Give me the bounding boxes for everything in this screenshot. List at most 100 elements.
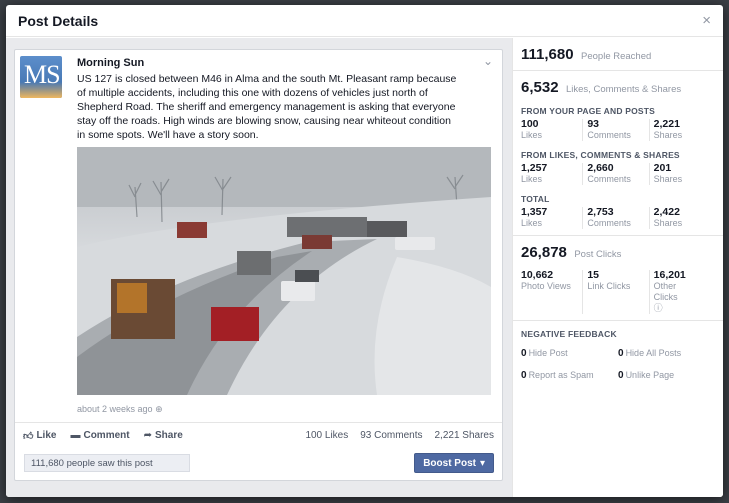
stat-number: 100 [521, 118, 539, 130]
stat-number: 93 [587, 118, 600, 130]
negative-feedback-title: NEGATIVE FEEDBACK [521, 329, 617, 339]
stat-label: Other Clicks ⓘ [654, 281, 688, 314]
stat-cell: 100 Likes [521, 119, 582, 141]
stat-number: 201 [653, 162, 672, 174]
modal-body: MS Morning Sun ⌄ US 127 is closed betwee… [6, 38, 723, 497]
comments-count[interactable]: 93 Comments [360, 430, 422, 441]
stat-cell: 1,357 Likes [521, 207, 582, 229]
stat-cell: 15 Link Clicks [582, 270, 648, 314]
stat-number: 2,753 [587, 206, 614, 218]
avatar-logo-text: MS [24, 60, 61, 89]
stat-label: Comments [587, 218, 631, 228]
neg-item: 0 Hide All Posts [618, 348, 715, 359]
timestamp-text: about 2 weeks ago [77, 404, 153, 414]
from-page-stats: 100 Likes 93 Comments 2,221 Shares [521, 119, 715, 141]
stat-label: Link Clicks [587, 281, 631, 291]
neg-count: 0 [521, 370, 527, 381]
stat-label-text: Other Clicks [653, 281, 678, 302]
negative-feedback-grid: 0 Hide Post 0 Hide All Posts 0 Report as Sp… [521, 348, 715, 381]
from-page-title: FROM YOUR PAGE AND POSTS [521, 106, 656, 116]
neg-count: 0 [618, 348, 624, 359]
reach-value: 111,680 [521, 46, 574, 63]
stat-cell: 1,257 Likes [521, 163, 582, 185]
avatar[interactable]: MS [20, 56, 62, 98]
stat-cell: 201 Shares [648, 162, 715, 185]
neg-label: Hide Post [528, 348, 568, 358]
engagement-counts: 100 Likes 93 Comments 2,221 Shares [305, 430, 494, 441]
stat-number: 16,201 [653, 269, 686, 281]
post-timestamp[interactable]: about 2 weeks ago ⊕ [77, 404, 163, 415]
neg-count: 0 [618, 370, 624, 381]
clicks-stats: 10,662 Photo Views 15 Link Clicks 16,201 Ot… [521, 270, 715, 314]
post-text: US 127 is closed between M46 in Alma and… [77, 73, 457, 141]
info-icon[interactable]: ⓘ [654, 303, 663, 313]
modal-title: Post Details [18, 12, 99, 29]
caret-down-icon: ▾ [479, 457, 485, 469]
neg-item: 0 Report as Spam [521, 370, 618, 381]
reach-label: People Reached [581, 51, 652, 62]
boost-post-button[interactable]: Boost Post ▾ [414, 453, 494, 473]
neg-count: 0 [521, 348, 527, 359]
stat-number: 1,257 [521, 162, 548, 174]
shares-count[interactable]: 2,221 Shares [435, 430, 495, 441]
stat-number: 2,221 [653, 118, 680, 130]
stat-label: Comments [587, 130, 631, 140]
like-label: Like [36, 430, 57, 441]
stat-label: Shares [653, 174, 683, 184]
stat-cell: 93 Comments [582, 119, 648, 141]
post-preview-pane: MS Morning Sun ⌄ US 127 is closed betwee… [6, 38, 512, 497]
from-shares-stats: 1,257 Likes 2,660 Comments 201 Shares [521, 163, 715, 185]
globe-icon: ⊕ [155, 404, 163, 414]
stat-cell: 16,201 Other Clicks ⓘ [648, 269, 715, 314]
stat-label: Shares [653, 218, 683, 228]
stat-cell: 2,753 Comments [582, 207, 648, 229]
post-clicks-label: Post Clicks [574, 249, 622, 260]
neg-item: 0 Unlike Page [618, 370, 715, 381]
stat-number: 1,357 [521, 206, 548, 218]
share-button[interactable]: ➦ Share [144, 430, 183, 441]
stat-cell: 2,660 Comments [582, 163, 648, 185]
stat-number: 2,422 [653, 206, 680, 218]
insights-pane: 111,680 People Reached 6,532 Likes, Comm… [512, 38, 723, 497]
neg-label: Unlike Page [625, 370, 675, 380]
stat-cell: 10,662 Photo Views [521, 270, 582, 314]
comment-button[interactable]: ▬ Comment [70, 430, 129, 441]
stat-label: Photo Views [521, 281, 571, 291]
stat-label: Likes [521, 130, 543, 140]
stat-number: 2,660 [587, 162, 614, 174]
stat-label: Likes [521, 218, 543, 228]
post-clicks-block: 26,878 Post Clicks 10,662 Photo Views 15 L… [513, 236, 723, 321]
stat-cell: 2,422 Shares [648, 206, 715, 229]
people-saw-post[interactable]: 111,680 people saw this post [24, 454, 190, 472]
neg-label: Report as Spam [528, 370, 594, 380]
neg-label: Hide All Posts [625, 348, 682, 358]
likes-count[interactable]: 100 Likes [305, 430, 348, 441]
post-photo[interactable] [77, 147, 491, 395]
chevron-down-icon[interactable]: ⌄ [483, 54, 493, 68]
stat-number: 10,662 [521, 269, 554, 281]
close-icon[interactable]: × [702, 12, 711, 29]
engagement-label: Likes, Comments & Shares [566, 84, 682, 95]
boost-label: Boost Post [423, 457, 476, 469]
like-button[interactable]: 👍︎ Like [23, 430, 56, 442]
from-shares-title: FROM LIKES, COMMENTS & SHARES [521, 150, 680, 160]
post-clicks-value: 26,878 [521, 244, 567, 261]
stat-label: Likes [521, 174, 543, 184]
thumbs-up-icon: 👍︎ [23, 430, 34, 442]
reach-block: 111,680 People Reached [513, 38, 723, 71]
page-name[interactable]: Morning Sun [77, 57, 144, 69]
comment-label: Comment [83, 430, 130, 441]
comment-icon: ▬ [70, 430, 81, 441]
total-stats: 1,357 Likes 2,753 Comments 2,422 Shares [521, 207, 715, 229]
engagement-block: 6,532 Likes, Comments & Shares FROM YOUR… [513, 71, 723, 236]
stat-cell: 2,221 Shares [648, 118, 715, 141]
stat-label: Comments [587, 174, 631, 184]
stat-number: 15 [587, 269, 600, 281]
stat-label: Shares [653, 130, 683, 140]
negative-feedback-block: NEGATIVE FEEDBACK 0 Hide Post 0 Hide All P… [513, 321, 723, 389]
neg-item: 0 Hide Post [521, 348, 618, 359]
share-arrow-icon: ➦ [143, 430, 152, 441]
engagement-value: 6,532 [521, 79, 559, 96]
post-details-modal: Post Details × MS Morning Sun ⌄ US 127 i… [6, 5, 723, 497]
total-title: TOTAL [521, 194, 550, 204]
